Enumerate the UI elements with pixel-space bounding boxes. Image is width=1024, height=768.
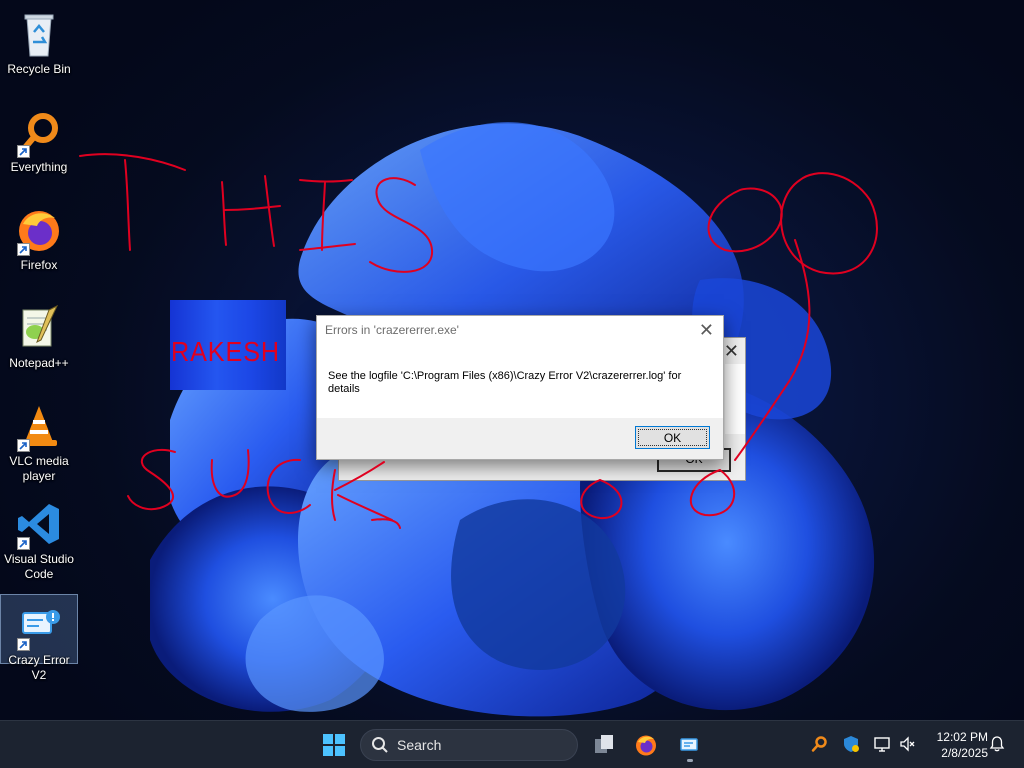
taskbar-clock[interactable]: 12:02 PM 2/8/2025 <box>922 729 988 761</box>
desktop-icon-firefox[interactable]: Firefox <box>0 200 78 282</box>
running-indicator <box>687 759 693 762</box>
desktop-icon-crazy-error[interactable]: Crazy Error V2 <box>0 594 78 682</box>
shortcut-arrow-icon <box>17 439 30 452</box>
dialog-message: See the logfile 'C:\Program Files (x86)\… <box>328 370 682 395</box>
network-tray-button[interactable] <box>871 733 893 755</box>
shortcut-arrow-icon <box>17 537 30 550</box>
crazy-error-icon <box>15 601 63 651</box>
notifications-button[interactable] <box>986 733 1008 755</box>
dialog-body: See the logfile 'C:\Program Files (x86)\… <box>317 346 723 418</box>
everything-tray-icon <box>811 736 827 752</box>
shortcut-arrow-icon <box>17 243 30 256</box>
clock-date: 2/8/2025 <box>941 746 988 760</box>
start-icon <box>323 734 345 756</box>
shortcut-arrow-icon <box>17 145 30 158</box>
crazy-error-icon <box>680 738 698 751</box>
ok-button-label: OK <box>663 430 682 445</box>
task-view-icon <box>595 735 613 753</box>
close-icon[interactable]: ✕ <box>699 321 714 339</box>
clock-time: 12:02 PM <box>936 730 988 744</box>
taskbar-firefox-button[interactable] <box>626 725 666 765</box>
recycle-bin-icon <box>15 10 63 58</box>
desktop-icon-everything[interactable]: Everything <box>0 102 78 184</box>
volume-icon <box>900 736 915 752</box>
start-button[interactable] <box>314 725 354 765</box>
security-icon <box>844 736 859 752</box>
close-icon[interactable]: ✕ <box>724 342 739 360</box>
taskbar-crazy-error-button[interactable] <box>670 725 710 765</box>
error-dialog: Errors in 'crazererrer.exe' ✕ See the lo… <box>316 315 724 460</box>
desktop-icon-label: VLC media player <box>9 454 69 483</box>
everything-icon <box>15 108 63 158</box>
desktop-icon-label: Recycle Bin <box>7 62 71 76</box>
notification-bell-icon <box>989 736 1005 752</box>
desktop-icon-recycle-bin[interactable]: Recycle Bin <box>0 4 78 86</box>
dialog-titlebar[interactable]: Errors in 'crazererrer.exe' ✕ <box>317 316 723 346</box>
desktop-icon-label: Everything <box>10 160 68 174</box>
security-tray-button[interactable] <box>840 733 862 755</box>
firefox-icon <box>15 206 63 256</box>
network-icon <box>874 737 890 752</box>
ok-button[interactable]: OK <box>635 426 710 449</box>
desktop-icon-vscode[interactable]: Visual Studio Code <box>0 494 78 584</box>
search-icon <box>372 737 388 753</box>
taskbar: Search 12:02 PM 2/8/2025 <box>0 720 1024 768</box>
dialog-body-edge <box>725 364 745 434</box>
desktop-icon-label: Notepad++ <box>9 356 69 370</box>
vlc-icon <box>15 402 63 452</box>
desktop-icon-label: Firefox <box>20 258 58 272</box>
desktop-icon-label: Visual Studio Code <box>4 552 74 581</box>
dialog-title: Errors in 'crazererrer.exe' <box>325 323 459 337</box>
overlay-photo-text: RAKESH <box>171 336 281 367</box>
search-placeholder: Search <box>397 737 442 753</box>
desktop: RAKESH Recycle Bin Everything Firefox No… <box>0 0 1024 720</box>
desktop-icon-label: Crazy Error V2 <box>8 653 70 682</box>
notepadpp-icon <box>15 304 63 352</box>
desktop-icon-notepadpp[interactable]: Notepad++ <box>0 298 78 380</box>
task-view-button[interactable] <box>584 725 624 765</box>
everything-tray-button[interactable] <box>808 733 830 755</box>
shortcut-arrow-icon <box>17 638 30 651</box>
vscode-icon <box>15 500 63 550</box>
firefox-icon <box>636 735 656 756</box>
volume-tray-button[interactable] <box>897 733 919 755</box>
desktop-icon-vlc[interactable]: VLC media player <box>0 396 78 486</box>
search-input[interactable]: Search <box>360 729 578 761</box>
